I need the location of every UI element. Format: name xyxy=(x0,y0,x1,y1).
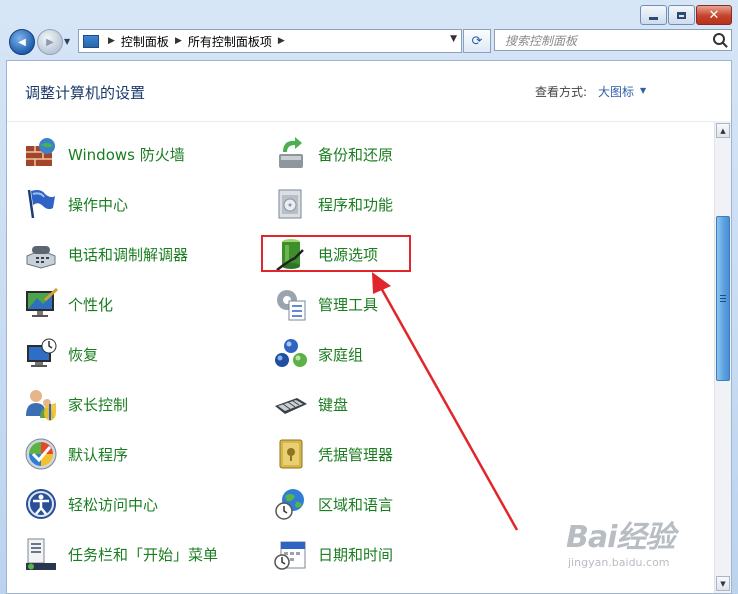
annotation-arrow xyxy=(372,272,519,531)
control-panel-window: ✕ ◀ ▶ ▼ ▶ 控制面板 ▶ 所有控制面板项 ▶ ▼ ⟳ 调整计算机的设置 … xyxy=(0,0,738,594)
watermark: Bai经验 jingyan.baidu.com xyxy=(566,512,675,569)
watermark-logo: Bai经验 xyxy=(566,520,675,555)
watermark-url: jingyan.baidu.com xyxy=(568,556,670,569)
